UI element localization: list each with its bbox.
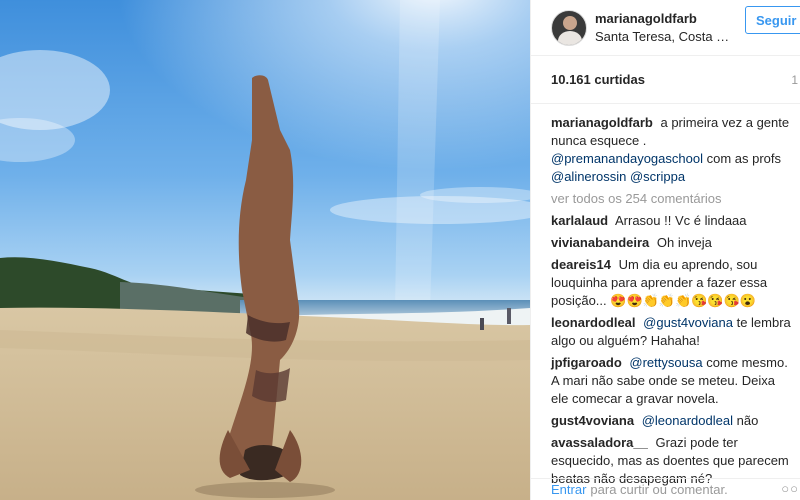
- likes-count[interactable]: 10.161 curtidas: [551, 72, 645, 87]
- user-block: marianagoldfarb Santa Teresa, Costa Rica: [595, 10, 731, 46]
- comment-username[interactable]: leonardodleal: [551, 315, 636, 330]
- caption: marianagoldfarb a primeira vez a gente n…: [551, 114, 794, 186]
- post-time[interactable]: 1: [791, 73, 798, 87]
- list-item: gust4voviana @leonardodleal não: [551, 412, 794, 430]
- beach-headstand-image: [0, 0, 530, 500]
- comment-text: não: [736, 413, 759, 428]
- follow-button[interactable]: Seguir: [745, 6, 800, 34]
- caption-mention[interactable]: @scrippa: [630, 169, 685, 184]
- caption-mention[interactable]: @alinerossin: [551, 169, 626, 184]
- list-item: deareis14 Um dia eu aprendo, sou louquin…: [551, 256, 794, 310]
- comment-username[interactable]: avassaladora__: [551, 435, 648, 450]
- comment-mention[interactable]: @gust4voviana: [643, 315, 733, 330]
- comment-mention[interactable]: @rettysousa: [629, 355, 702, 370]
- comment-username[interactable]: vivianabandeira: [551, 235, 649, 250]
- caption-username[interactable]: marianagoldfarb: [551, 115, 653, 130]
- post-photo[interactable]: [0, 0, 530, 500]
- avatar[interactable]: [551, 9, 587, 46]
- view-all-comments-link[interactable]: ver todos os 254 comentários: [551, 190, 794, 208]
- post-side-panel: marianagoldfarb Santa Teresa, Costa Rica…: [530, 0, 800, 500]
- list-item: leonardodleal @gust4voviana te lembra al…: [551, 314, 794, 350]
- post-location[interactable]: Santa Teresa, Costa Rica: [595, 28, 731, 46]
- likes-row: 10.161 curtidas 1: [531, 56, 800, 104]
- comments-list: marianagoldfarb a primeira vez a gente n…: [531, 104, 800, 488]
- caption-mid-text: com as profs: [706, 151, 782, 166]
- login-link[interactable]: Entrar: [551, 482, 586, 497]
- comment-text: Oh inveja: [656, 235, 712, 250]
- comment-username[interactable]: jpfigaroado: [551, 355, 622, 370]
- comment-mention[interactable]: @leonardodleal: [642, 413, 733, 428]
- login-prompt-text: para curtir ou comentar.: [590, 482, 728, 497]
- post-header: marianagoldfarb Santa Teresa, Costa Rica…: [531, 0, 800, 56]
- list-item: vivianabandeira Oh inveja: [551, 234, 794, 252]
- comment-username[interactable]: gust4voviana: [551, 413, 634, 428]
- more-options-icon[interactable]: ○○: [781, 481, 799, 496]
- list-item: karlalaud Arrasou !! Vc é lindaaa: [551, 212, 794, 230]
- caption-mention[interactable]: @premanandayogaschool: [551, 151, 703, 166]
- post-username[interactable]: marianagoldfarb: [595, 10, 731, 28]
- login-footer: Entrar para curtir ou comentar. ○○: [531, 478, 800, 500]
- comment-username[interactable]: deareis14: [551, 257, 611, 272]
- comment-text: Arrasou !! Vc é lindaaa: [615, 213, 747, 228]
- list-item: jpfigaroado @rettysousa come mesmo. A ma…: [551, 354, 794, 408]
- comment-username[interactable]: karlalaud: [551, 213, 608, 228]
